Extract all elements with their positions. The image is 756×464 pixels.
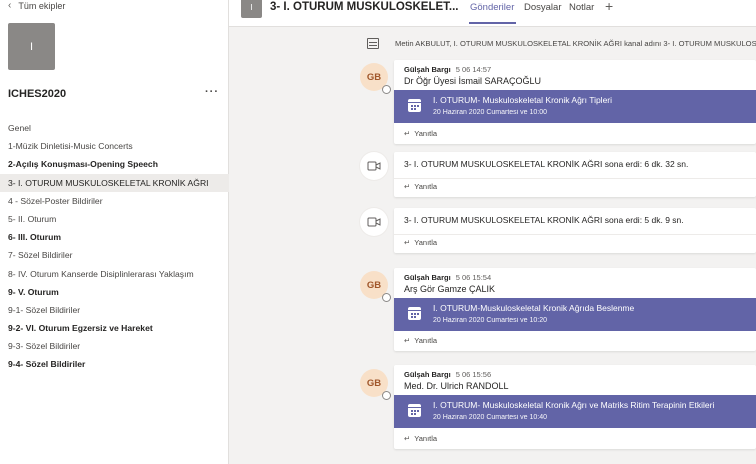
- post-time: 5 06 14:57: [455, 65, 492, 74]
- channel-avatar: I: [241, 0, 262, 18]
- sidebar-channel-item[interactable]: 5- II. Oturum: [0, 210, 229, 228]
- reply-button[interactable]: ↵ Yanıtla: [404, 336, 437, 345]
- sidebar-channel-item[interactable]: 2-Açılış Konuşması-Opening Speech: [0, 155, 229, 173]
- avatar[interactable]: GB: [360, 63, 391, 94]
- post-card[interactable]: Gülşah Bargı 5 06 15:54 Arş Gör Gamze ÇAL…: [394, 268, 756, 351]
- meeting-date: 20 Haziran 2020 Cumartesi ve 10:40: [433, 414, 548, 421]
- meeting-date: 20 Haziran 2020 Cumartesi ve 10:00: [433, 109, 548, 116]
- sidebar-channel-item[interactable]: 9-4- Sözel Bildiriler: [0, 355, 229, 373]
- presence-status-icon: [382, 85, 391, 94]
- post-body: Arş Gör Gamze ÇALIK: [404, 284, 496, 294]
- post-card[interactable]: Gülşah Bargı 5 06 15:56 Med. Dr. Ulrich R…: [394, 365, 756, 449]
- system-message: Metin AKBULUT, I. OTURUM MUSKULOSKELETAL…: [395, 39, 756, 48]
- reply-button[interactable]: ↵ Yanıtla: [404, 238, 437, 247]
- team-more-options-button[interactable]: ···: [205, 86, 219, 98]
- avatar-initials: GB: [366, 377, 382, 389]
- sidebar-channel-item[interactable]: 6- III. Oturum: [0, 228, 229, 246]
- sidebar: ‹ Tüm ekipler I ICHES2020 ··· Genel 1-Müz…: [0, 0, 229, 464]
- team-avatar[interactable]: I: [8, 23, 55, 70]
- post-header: Gülşah Bargı 5 06 14:57: [404, 65, 491, 74]
- sidebar-channel-item[interactable]: 9- V. Oturum: [0, 283, 229, 301]
- sidebar-channel-item[interactable]: 9-1- Sözel Bildiriler: [0, 301, 229, 319]
- sidebar-channel-item[interactable]: 8- IV. Oturum Kanserde Disiplinlerarası …: [0, 265, 229, 283]
- channel-rename-icon: [367, 38, 379, 49]
- reply-arrow-icon: ↵: [404, 238, 411, 247]
- avatar-initials: GB: [366, 279, 382, 291]
- post-card[interactable]: 3- I. OTURUM MUSKULOSKELETAL KRONİK AĞRI…: [394, 152, 756, 197]
- presence-status-icon: [382, 391, 391, 400]
- post-card[interactable]: 3- I. OTURUM MUSKULOSKELETAL KRONİK AĞRI…: [394, 208, 756, 253]
- add-tab-button[interactable]: +: [605, 0, 613, 14]
- channel-list: Genel 1-Müzik Dinletisi-Music Concerts 2-A…: [0, 119, 229, 374]
- meeting-ended-text: 3- I. OTURUM MUSKULOSKELETAL KRONİK AĞRI…: [404, 215, 684, 225]
- video-camera-icon: [367, 217, 381, 227]
- tab-notes[interactable]: Notlar: [569, 2, 594, 13]
- meeting-card[interactable]: I. OTURUM- Muskuloskeletal Kronik Ağrı T…: [394, 90, 756, 123]
- reply-button[interactable]: ↵ Yanıtla: [404, 129, 437, 138]
- calendar-icon: [408, 404, 421, 417]
- meeting-title: I. OTURUM-Muskuloskeletal Kronik Ağrıda …: [433, 303, 635, 313]
- reply-arrow-icon: ↵: [404, 336, 411, 345]
- message-feed: Metin AKBULUT, I. OTURUM MUSKULOSKELETAL…: [229, 28, 756, 464]
- avatar[interactable]: GB: [360, 271, 391, 302]
- reply-label: Yanıtla: [414, 336, 438, 345]
- meeting-card[interactable]: I. OTURUM- Muskuloskeletal Kronik Ağrı v…: [394, 395, 756, 428]
- tab-posts[interactable]: Gönderiler: [470, 2, 514, 13]
- divider: [394, 178, 756, 179]
- back-link-label: Tüm ekipler: [18, 0, 66, 11]
- post-card[interactable]: Gülşah Bargı 5 06 14:57 Dr Öğr Üyesi İsma…: [394, 60, 756, 144]
- reply-button[interactable]: ↵ Yanıtla: [404, 434, 437, 443]
- team-avatar-letter: I: [29, 40, 34, 53]
- channel-header: I 3- I. OTURUM MUSKULOSKELET... Gönderil…: [229, 0, 756, 27]
- post-body: Med. Dr. Ulrich RANDOLL: [404, 381, 509, 391]
- sidebar-channel-item[interactable]: 4 - Sözel-Poster Bildiriler: [0, 192, 229, 210]
- post-author: Gülşah Bargı: [404, 370, 451, 379]
- reply-button[interactable]: ↵ Yanıtla: [404, 182, 437, 191]
- post-author: Gülşah Bargı: [404, 273, 451, 282]
- calendar-icon: [408, 99, 421, 112]
- presence-status-icon: [382, 293, 391, 302]
- post-author: Gülşah Bargı: [404, 65, 451, 74]
- reply-label: Yanıtla: [414, 182, 438, 191]
- meeting-title: I. OTURUM- Muskuloskeletal Kronik Ağrı v…: [433, 400, 715, 410]
- sidebar-channel-item[interactable]: 9-3- Sözel Bildiriler: [0, 337, 229, 355]
- reply-arrow-icon: ↵: [404, 129, 411, 138]
- chevron-left-icon: ‹: [8, 0, 12, 11]
- post-time: 5 06 15:56: [455, 370, 492, 379]
- channel-avatar-letter: I: [250, 3, 253, 12]
- post-body: Dr Öğr Üyesi İsmail SARAÇOĞLU: [404, 76, 542, 86]
- meeting-card[interactable]: I. OTURUM-Muskuloskeletal Kronik Ağrıda …: [394, 298, 756, 331]
- reply-label: Yanıtla: [414, 434, 438, 443]
- avatar-initials: GB: [366, 71, 382, 83]
- meeting-ended-avatar: [360, 208, 388, 236]
- post-time: 5 06 15:54: [455, 273, 492, 282]
- sidebar-channel-item[interactable]: 9-2- VI. Oturum Egzersiz ve Hareket: [0, 319, 229, 337]
- meeting-title: I. OTURUM- Muskuloskeletal Kronik Ağrı T…: [433, 95, 613, 105]
- tab-files[interactable]: Dosyalar: [524, 2, 562, 13]
- post-header: Gülşah Bargı 5 06 15:54: [404, 273, 491, 282]
- reply-label: Yanıtla: [414, 238, 438, 247]
- post-header: Gülşah Bargı 5 06 15:56: [404, 370, 491, 379]
- active-tab-indicator: [469, 22, 516, 24]
- back-to-all-teams-link[interactable]: ‹ Tüm ekipler: [8, 0, 65, 11]
- team-name: ICHES2020: [8, 88, 67, 100]
- avatar[interactable]: GB: [360, 369, 391, 400]
- sidebar-channel-item[interactable]: Genel: [0, 119, 229, 137]
- sidebar-channel-item[interactable]: 7- Sözel Bildiriler: [0, 246, 229, 264]
- channel-title: 3- I. OTURUM MUSKULOSKELET...: [270, 1, 459, 13]
- meeting-ended-avatar: [360, 152, 388, 180]
- sidebar-channel-item[interactable]: 3- I. OTURUM MUSKULOSKELETAL KRONİK AĞRI: [0, 173, 229, 192]
- meeting-date: 20 Haziran 2020 Cumartesi ve 10:20: [433, 317, 548, 324]
- divider: [394, 234, 756, 235]
- reply-arrow-icon: ↵: [404, 434, 411, 443]
- sidebar-channel-item[interactable]: 1-Müzik Dinletisi-Music Concerts: [0, 137, 229, 155]
- reply-label: Yanıtla: [414, 129, 438, 138]
- meeting-ended-text: 3- I. OTURUM MUSKULOSKELETAL KRONİK AĞRI…: [404, 159, 689, 169]
- reply-arrow-icon: ↵: [404, 182, 411, 191]
- video-camera-icon: [367, 161, 381, 171]
- calendar-icon: [408, 307, 421, 320]
